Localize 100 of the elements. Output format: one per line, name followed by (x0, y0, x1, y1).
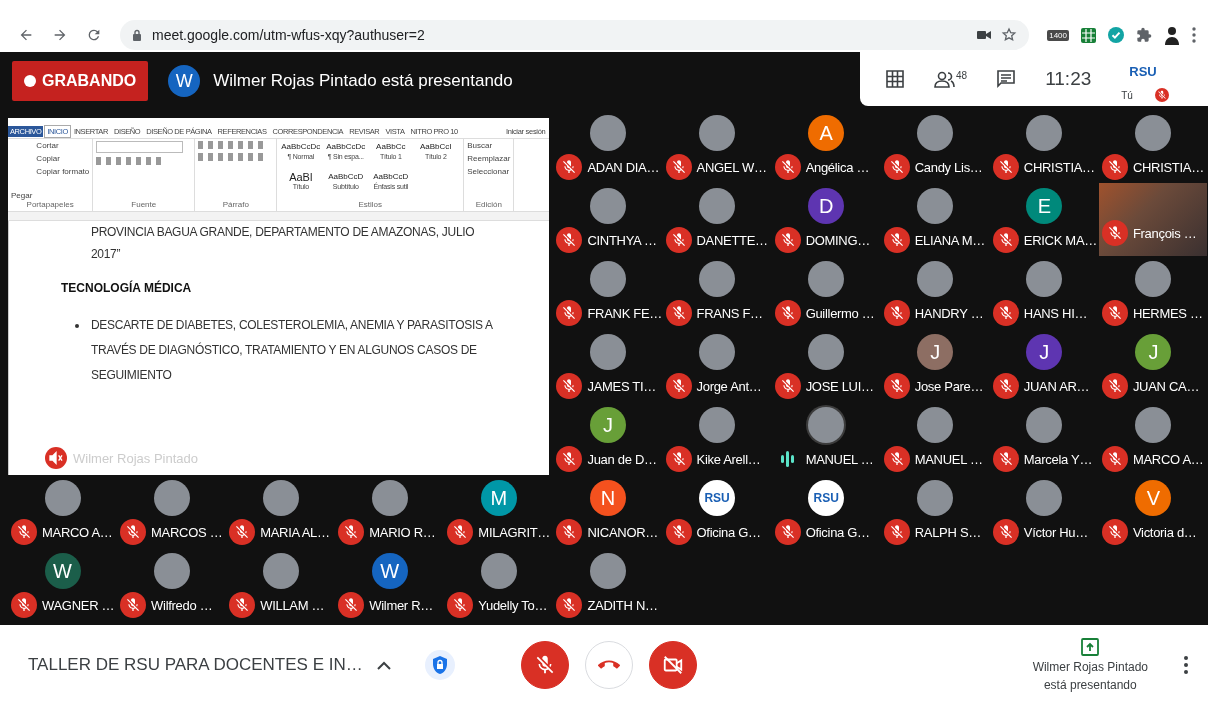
grid-extension-icon[interactable] (1081, 27, 1096, 43)
check-extension-icon[interactable] (1108, 27, 1124, 43)
presenting-status: está presentando (1043, 678, 1137, 692)
participant-name: HANS HI… (1023, 305, 1088, 321)
participant-name: MARCO A… (1132, 451, 1204, 467)
paste-button[interactable]: Pegar (11, 191, 33, 200)
participant-name: ELIANA M… (914, 232, 985, 248)
participant-name: MARIO R… (369, 524, 436, 540)
participant-name: François … (1132, 225, 1197, 241)
shield-lock-icon[interactable] (424, 650, 455, 680)
document-text: PROVINCIA BAGUA GRANDE, DEPARTAMENTO DE AMAZONAS, JULIO (91, 224, 476, 241)
participant-name: JUAN CA… (1132, 378, 1200, 394)
avatar-initial: W (44, 553, 81, 589)
avatar-photo-placeholder (590, 334, 626, 370)
avatar-initial: J (1026, 334, 1063, 370)
camera-off-icon (662, 654, 684, 676)
camera-icon[interactable] (977, 29, 992, 41)
avatar-photo-placeholder (1026, 480, 1063, 516)
back-icon[interactable] (18, 27, 34, 43)
participant-name: NICANOR… (587, 524, 658, 540)
avatar-photo-placeholder (1026, 115, 1063, 151)
participant-name: Wilmer R… (369, 597, 433, 613)
avatar-photo-placeholder (699, 334, 736, 370)
group-label: Fuente (130, 200, 158, 209)
avatar-photo-placeholder (153, 553, 190, 589)
ribbon-command[interactable]: Buscar (467, 141, 511, 150)
star-icon[interactable] (1001, 27, 1018, 43)
font-field[interactable] (96, 141, 184, 153)
participant-name: FRANK FE… (587, 305, 663, 321)
participant-name: JOSE LUI… (805, 378, 874, 394)
participant-name: DOMING… (805, 232, 870, 248)
avatar-photo-placeholder (808, 334, 845, 370)
ribbon-command[interactable]: Cortar (36, 141, 90, 150)
participant-name: JUAN AR… (1023, 378, 1090, 394)
avatar-initial: N (590, 480, 626, 516)
ribbon-command[interactable]: Copiar (36, 154, 90, 163)
participant-name: ZADITH N… (587, 597, 658, 613)
ribbon-command[interactable]: Seleccionar (467, 167, 511, 176)
recording-indicator[interactable]: GRABANDO (12, 61, 149, 101)
profile-avatar-icon[interactable] (1164, 25, 1180, 45)
avatar-photo-placeholder (808, 407, 845, 443)
avatar-photo-placeholder (1026, 407, 1063, 443)
avatar-photo-placeholder (1135, 407, 1172, 443)
hang-up-button[interactable] (585, 641, 633, 689)
avatar-initial: V (1135, 480, 1172, 516)
group-label: Edición (474, 200, 503, 209)
avatar-initial: J (1135, 334, 1172, 370)
avatar-photo-placeholder (44, 480, 81, 516)
menu-icon[interactable] (1192, 27, 1196, 43)
participant-name: Oficina G… (805, 524, 870, 540)
participant-name: Guillermo … (805, 305, 875, 321)
mic-off-icon (534, 654, 556, 676)
ribbon-command[interactable]: Reemplazar (467, 154, 511, 163)
grid-layout-icon[interactable] (886, 70, 904, 88)
reload-icon[interactable] (86, 27, 102, 43)
presenter-avatar: W (168, 65, 201, 97)
camera-button[interactable] (649, 641, 697, 689)
ribbon-command[interactable]: Copiar formato (36, 167, 90, 176)
participant-name: CHRISTIA… (1023, 159, 1095, 175)
microphone-button[interactable] (521, 641, 569, 689)
participant-name: MARCO A… (42, 524, 113, 540)
avatar-initial: E (1026, 188, 1063, 224)
puzzle-icon[interactable] (1136, 27, 1152, 43)
participant-name: ANGEL W… (696, 159, 767, 175)
participant-name: RALPH S… (914, 524, 981, 540)
avatar-photo-placeholder (917, 115, 954, 151)
avatar-photo-placeholder (917, 407, 954, 443)
participant-name: Yudelly To… (478, 597, 548, 613)
participant-name: Wilfredo … (151, 597, 213, 613)
meeting-title[interactable]: TALLER DE RSU PARA DOCENTES E IN… (28, 655, 363, 675)
participant-name: MANUEL … (805, 451, 874, 467)
avatar-initial: M (480, 480, 517, 516)
people-button[interactable]: 48 (934, 70, 968, 88)
extension-badge[interactable]: 1400 (1047, 29, 1069, 41)
participant-name: Kike Arell… (696, 451, 761, 467)
chat-icon[interactable] (997, 70, 1016, 88)
presenting-label: Wilmer Rojas Pintado está presentando (213, 71, 513, 91)
participant-name: Angélica … (805, 159, 870, 175)
participant-name: DANETTE… (696, 232, 768, 248)
avatar-photo-placeholder (590, 553, 626, 589)
participant-name: MILAGRIT… (478, 524, 551, 540)
forward-icon[interactable] (52, 27, 68, 43)
avatar-initial: W (371, 553, 408, 589)
avatar-photo-placeholder (917, 188, 954, 224)
address-bar[interactable]: meet.google.com/utm-wfus-xqy?authuser=2 (120, 20, 1030, 50)
participant-name: HERMES … (1132, 305, 1203, 321)
participant-name: Candy Lis… (914, 159, 983, 175)
participant-name: CINTHYA … (587, 232, 657, 248)
more-options-icon[interactable] (1184, 656, 1188, 674)
avatar-initial: D (808, 188, 845, 224)
caret-up-icon[interactable] (376, 660, 391, 670)
clock-time: 11:23 (1045, 68, 1092, 90)
avatar-photo-placeholder (371, 480, 408, 516)
avatar-photo-placeholder (1135, 115, 1172, 151)
avatar-photo-placeholder (153, 480, 190, 516)
present-screen-icon[interactable] (1081, 638, 1100, 656)
participant-name: WILLAM … (260, 597, 325, 613)
group-label: Párrafo (221, 200, 250, 209)
document-text: DESCARTE DE DIABETES, COLESTEROLEMIA, ANEMIA Y PARASITOSIS A TRAVÉS DE DIAGNÓSTICO, TRATAMIENTO Y EN ALGUNOS CASOS DE SEGUIMIENTO (91, 317, 494, 384)
participant-name: MARIA AL… (260, 524, 330, 540)
